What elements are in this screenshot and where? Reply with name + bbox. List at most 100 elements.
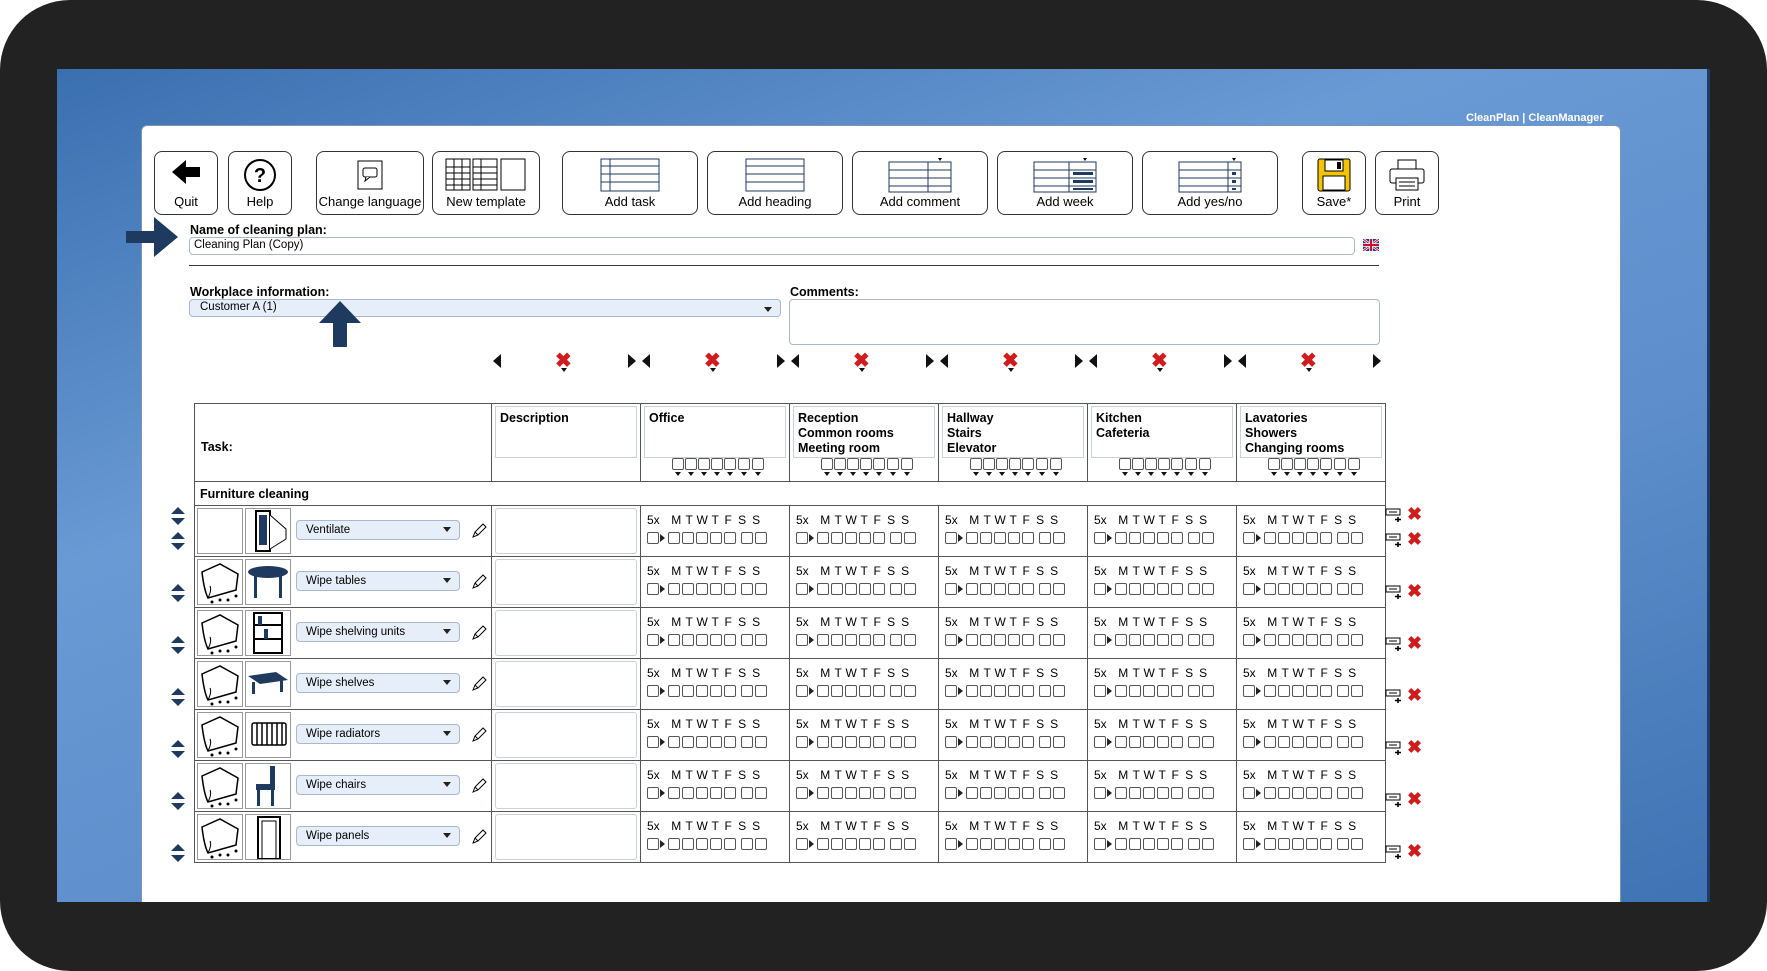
day-checkbox[interactable] (1351, 787, 1363, 799)
day-checkbox[interactable] (1199, 458, 1211, 470)
day-checkbox[interactable] (890, 736, 902, 748)
description-input[interactable] (495, 712, 637, 758)
day-checkbox[interactable] (1039, 634, 1051, 646)
wet-cloth-icon[interactable] (197, 661, 243, 707)
day-checkbox[interactable] (1115, 787, 1127, 799)
day-checkbox[interactable] (668, 532, 680, 544)
day-checkbox[interactable] (1022, 583, 1034, 595)
day-checkbox[interactable] (1278, 634, 1290, 646)
wet-cloth-icon[interactable] (197, 814, 243, 860)
day-checkbox[interactable] (1157, 634, 1169, 646)
reorder-row-icon[interactable] (170, 506, 186, 531)
day-toggle[interactable] (1280, 458, 1293, 470)
day-checkbox[interactable] (682, 583, 694, 595)
day-checkbox[interactable] (668, 787, 680, 799)
frequency-checkbox[interactable] (945, 634, 957, 646)
add-row-icon[interactable] (1385, 508, 1403, 527)
day-checkbox[interactable] (1337, 838, 1349, 850)
day-toggle[interactable] (872, 458, 885, 470)
day-checkbox[interactable] (817, 736, 829, 748)
day-checkbox[interactable] (1264, 583, 1276, 595)
day-checkbox[interactable] (817, 532, 829, 544)
day-checkbox[interactable] (1115, 583, 1127, 595)
day-checkbox[interactable] (1337, 634, 1349, 646)
delete-row-icon[interactable]: ✖ (1407, 504, 1422, 525)
day-checkbox[interactable] (1115, 634, 1127, 646)
day-checkbox[interactable] (1022, 458, 1034, 470)
day-checkbox[interactable] (873, 685, 885, 697)
day-checkbox[interactable] (966, 634, 978, 646)
day-checkbox[interactable] (672, 458, 684, 470)
day-toggle[interactable] (1034, 458, 1049, 470)
frequency-checkbox[interactable] (945, 583, 957, 595)
frequency-checkbox[interactable] (1243, 583, 1255, 595)
day-toggle[interactable] (1267, 458, 1280, 470)
day-checkbox[interactable] (817, 583, 829, 595)
pencil-icon[interactable] (471, 523, 487, 544)
delete-row-icon[interactable]: ✖ (1407, 841, 1422, 862)
day-checkbox[interactable] (859, 787, 871, 799)
column-move-left-icon[interactable] (493, 354, 501, 368)
day-toggle[interactable] (1157, 458, 1170, 470)
pencil-icon[interactable] (471, 625, 487, 646)
day-checkbox[interactable] (994, 736, 1006, 748)
day-toggle[interactable] (723, 458, 736, 470)
day-checkbox[interactable] (859, 532, 871, 544)
day-checkbox[interactable] (887, 458, 899, 470)
workplace-select[interactable]: Customer A (1) (189, 299, 781, 317)
day-checkbox[interactable] (1292, 685, 1304, 697)
day-checkbox[interactable] (1306, 532, 1318, 544)
day-checkbox[interactable] (1188, 583, 1200, 595)
frequency-checkbox[interactable] (945, 532, 957, 544)
day-checkbox[interactable] (890, 838, 902, 850)
day-checkbox[interactable] (845, 736, 857, 748)
day-checkbox[interactable] (1337, 583, 1349, 595)
day-checkbox[interactable] (1022, 838, 1034, 850)
day-checkbox[interactable] (1292, 532, 1304, 544)
day-checkbox[interactable] (1320, 736, 1332, 748)
day-checkbox[interactable] (1036, 458, 1048, 470)
day-checkbox[interactable] (1050, 458, 1062, 470)
day-checkbox[interactable] (1143, 736, 1155, 748)
day-checkbox[interactable] (1008, 736, 1020, 748)
day-checkbox[interactable] (817, 634, 829, 646)
day-checkbox[interactable] (845, 787, 857, 799)
day-checkbox[interactable] (817, 838, 829, 850)
day-checkbox[interactable] (1039, 685, 1051, 697)
frequency-checkbox[interactable] (796, 736, 808, 748)
help-button[interactable]: ? Help (228, 151, 292, 215)
frequency-checkbox[interactable] (1243, 532, 1255, 544)
wet-cloth-icon[interactable] (197, 712, 243, 758)
day-checkbox[interactable] (668, 583, 680, 595)
reorder-row-icon[interactable] (170, 687, 186, 712)
day-checkbox[interactable] (668, 838, 680, 850)
day-checkbox[interactable] (710, 787, 722, 799)
day-toggle[interactable] (820, 458, 833, 470)
column-move-left-icon[interactable] (940, 354, 948, 368)
day-checkbox[interactable] (859, 583, 871, 595)
day-checkbox[interactable] (980, 583, 992, 595)
day-checkbox[interactable] (1129, 583, 1141, 595)
day-checkbox[interactable] (1053, 634, 1065, 646)
day-checkbox[interactable] (1158, 458, 1170, 470)
reorder-row-icon[interactable] (170, 583, 186, 608)
day-checkbox[interactable] (1351, 736, 1363, 748)
day-checkbox[interactable] (980, 532, 992, 544)
day-toggle[interactable] (751, 458, 764, 470)
frequency-checkbox[interactable] (796, 634, 808, 646)
delete-row-icon[interactable]: ✖ (1407, 685, 1422, 706)
day-checkbox[interactable] (873, 787, 885, 799)
reorder-row-icon[interactable] (170, 791, 186, 816)
column-move-right-icon[interactable] (1224, 354, 1232, 368)
add-row-icon[interactable] (1385, 741, 1403, 760)
day-checkbox[interactable] (817, 685, 829, 697)
day-checkbox[interactable] (1022, 634, 1034, 646)
add-row-icon[interactable] (1385, 793, 1403, 812)
day-checkbox[interactable] (1143, 685, 1155, 697)
day-checkbox[interactable] (1320, 583, 1332, 595)
day-checkbox[interactable] (904, 685, 916, 697)
day-checkbox[interactable] (873, 634, 885, 646)
column-title-box[interactable]: Description (495, 406, 637, 458)
day-checkbox[interactable] (1171, 838, 1183, 850)
add-yesno-button[interactable]: Add yes/no (1142, 151, 1278, 215)
